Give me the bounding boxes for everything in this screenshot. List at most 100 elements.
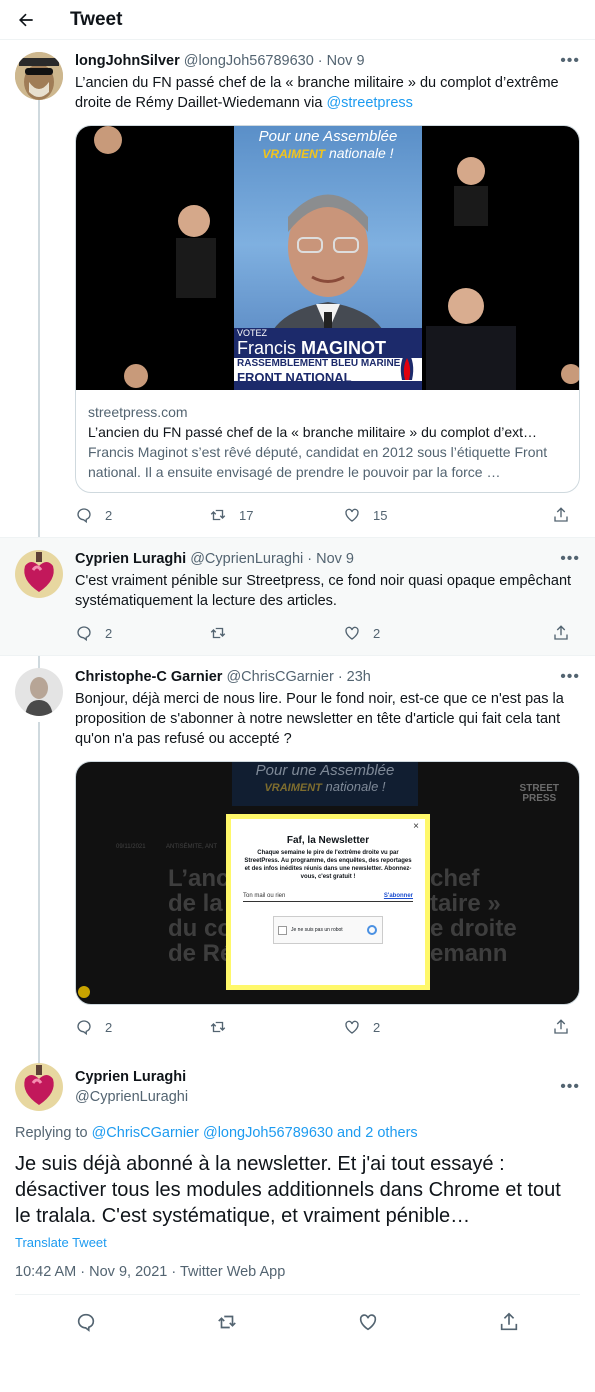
author-name[interactable]: longJohnSilver	[75, 52, 180, 70]
reply-button[interactable]: 2	[75, 1018, 209, 1036]
share-button[interactable]	[552, 624, 570, 642]
logo-line-2: PRESS	[522, 793, 557, 804]
tweet-text: L’ancien du FN passé chef de la « branch…	[75, 73, 580, 113]
replying-to: Replying to @ChrisCGarnier @longJoh56789…	[15, 1125, 580, 1141]
translate-tweet-link[interactable]: Translate Tweet	[15, 1235, 580, 1250]
reply-mentions-link[interactable]: @ChrisCGarnier @longJoh56789630 and 2 ot…	[92, 1125, 418, 1141]
heart-icon	[345, 626, 359, 640]
modal-text: Chaque semaine le pire de l'extrême droi…	[244, 850, 412, 880]
campaign-poster: Pour une Assemblée VRAIMENT nationale !	[234, 126, 422, 390]
photo-bg-line-2b: nationale !	[325, 779, 386, 794]
headline-right-3: e droite	[430, 915, 517, 942]
more-options-icon[interactable]: •••	[560, 550, 580, 568]
share-button[interactable]	[552, 506, 570, 524]
like-button[interactable]: 15	[343, 506, 477, 524]
retweet-button[interactable]	[209, 624, 343, 642]
tweet-timestamp[interactable]: 10:42 AM · Nov 9, 2021 · Twitter Web App	[15, 1264, 580, 1295]
card-domain: streetpress.com	[88, 404, 188, 420]
photo-bg-line-2a: VRAIMENT	[264, 782, 322, 794]
newsletter-modal: × Faf, la Newsletter Chaque semaine le p…	[226, 814, 430, 990]
article-headline-right: chef taire » e droite emann	[430, 866, 517, 966]
tweet-1[interactable]: longJohnSilver @longJoh56789630 · Nov 9 …	[0, 40, 595, 537]
article-date: 09/11/2021	[116, 844, 146, 850]
share-button[interactable]	[552, 1018, 570, 1036]
badge-icon	[78, 986, 90, 998]
share-icon	[554, 507, 568, 522]
poster-party-1: RASSEMBLEMENT BLEU MARINE	[234, 358, 422, 369]
author-name[interactable]: Cyprien Luraghi	[75, 1067, 188, 1087]
link-card[interactable]: Pour une Assemblée VRAIMENT nationale !	[75, 125, 580, 493]
recaptcha-icon	[367, 925, 377, 935]
heart-icon[interactable]	[357, 1311, 379, 1333]
like-button[interactable]: 2	[343, 1018, 477, 1036]
retweet-button[interactable]: 17	[209, 506, 343, 524]
candidate-last-name: MAGINOT	[301, 338, 387, 358]
headline-right-1: chef	[430, 865, 480, 892]
avatar[interactable]	[15, 550, 63, 598]
modal-subscribe-button[interactable]: S'abonner	[384, 893, 413, 899]
author-handle[interactable]: @longJoh56789630	[184, 52, 314, 70]
more-options-icon[interactable]: •••	[560, 668, 580, 686]
retweet-icon	[210, 627, 226, 639]
reply-button[interactable]: 2	[75, 624, 209, 642]
separator-dot: ·	[317, 53, 323, 69]
photo-bg-line-1: Pour une Assemblée	[255, 762, 395, 779]
card-image: Pour une Assemblée VRAIMENT nationale !	[76, 126, 579, 390]
reply-count: 2	[105, 625, 113, 641]
author-handle[interactable]: @CyprienLuraghi	[75, 1087, 188, 1107]
tweet-2[interactable]: Cyprien Luraghi @CyprienLuraghi · Nov 9 …	[0, 537, 595, 655]
card-description: Francis Maginot s’est rêvé député, candi…	[88, 444, 548, 480]
like-count: 2	[373, 625, 381, 641]
avatar[interactable]	[15, 52, 63, 100]
author-handle[interactable]: @CyprienLuraghi	[190, 550, 303, 568]
captcha-box[interactable]: Je ne suis pas un robot	[273, 916, 383, 944]
retweet-button[interactable]	[209, 1018, 343, 1036]
like-button[interactable]: 2	[343, 624, 477, 642]
share-icon[interactable]	[498, 1311, 520, 1333]
more-options-icon[interactable]: •••	[560, 1078, 580, 1096]
separator-dot: ·	[307, 551, 313, 567]
reply-count: 2	[105, 1019, 113, 1035]
reply-icon[interactable]	[75, 1311, 97, 1333]
reply-icon	[77, 508, 91, 524]
author-handle[interactable]: @ChrisCGarnier	[226, 668, 333, 686]
author-name[interactable]: Christophe-C Garnier	[75, 668, 222, 686]
mention-link[interactable]: @streetpress	[326, 95, 412, 111]
avatar[interactable]	[15, 668, 63, 716]
poster-banner: VOTEZ Francis MAGINOT RASSEMBLEMENT BLEU…	[234, 328, 422, 390]
separator-dot: ·	[337, 669, 343, 685]
tweet-text: C'est vraiment pénible sur Streetpress, …	[75, 573, 572, 609]
tweet-time[interactable]: Nov 9	[327, 52, 365, 70]
faded-poster: Pour une Assemblée VRAIMENT nationale !	[232, 762, 418, 806]
headline-right-4: emann	[430, 940, 508, 967]
author-name[interactable]: Cyprien Luraghi	[75, 550, 186, 568]
captcha-checkbox[interactable]	[278, 925, 287, 935]
tweet-3[interactable]: Christophe-C Garnier @ChrisCGarnier · 23…	[0, 655, 595, 1049]
tweet-time[interactable]: 23h	[347, 668, 371, 686]
replying-to-label: Replying to	[15, 1125, 92, 1141]
back-arrow-icon[interactable]	[14, 8, 38, 32]
reply-button[interactable]: 2	[75, 506, 209, 524]
tweet-actions: 2 2	[75, 1005, 580, 1049]
card-title: L’ancien du FN passé chef de la « branch…	[88, 424, 538, 440]
share-icon	[554, 625, 568, 640]
reply-count: 2	[105, 507, 113, 523]
modal-title: Faf, la Newsletter	[286, 835, 370, 846]
modal-close-icon[interactable]: ×	[413, 821, 419, 832]
tweet-photo[interactable]: Pour une Assemblée VRAIMENT nationale ! …	[75, 761, 580, 1005]
poster-line-2a: VRAIMENT	[262, 147, 326, 161]
main-tweet-text: Je suis déjà abonné à la newsletter. Et …	[15, 1153, 561, 1227]
streetpress-logo: STREET PRESS	[520, 784, 559, 804]
retweet-icon[interactable]	[216, 1311, 238, 1333]
modal-email-input[interactable]: Ton mail ou rien	[243, 893, 285, 899]
focused-tweet: Cyprien Luraghi @CyprienLuraghi ••• Repl…	[0, 1049, 595, 1349]
candidate-first-name: Francis	[237, 338, 297, 358]
article-tag: ANTISÉMITE, ANT	[166, 844, 218, 850]
avatar[interactable]	[15, 1063, 63, 1111]
like-count: 15	[373, 507, 388, 523]
flame-logo-icon	[400, 350, 414, 380]
poster-party-2: FRONT NATIONAL	[234, 369, 422, 381]
reply-icon	[77, 626, 91, 642]
tweet-time[interactable]: Nov 9	[316, 550, 354, 568]
more-options-icon[interactable]: •••	[560, 52, 580, 70]
